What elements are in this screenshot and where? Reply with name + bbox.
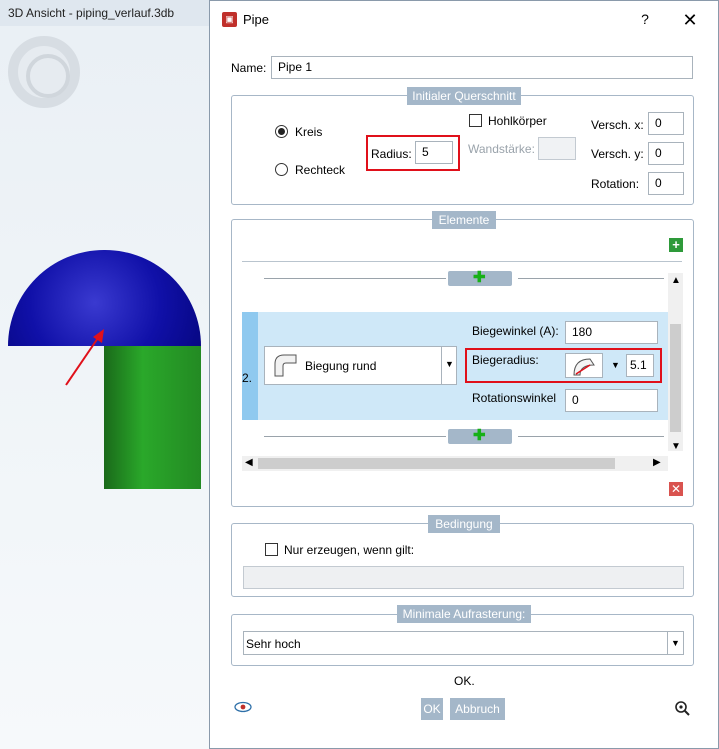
scroll-left-icon[interactable]: ◀ xyxy=(245,457,253,468)
wall-thickness-input xyxy=(538,137,576,160)
separator-line xyxy=(518,278,664,279)
initial-cross-section-title: Initialer Querschnitt xyxy=(407,87,521,105)
vertical-scroll-thumb[interactable] xyxy=(670,324,681,432)
bend-radius-icon xyxy=(573,358,595,376)
status-text: OK. xyxy=(454,674,475,688)
pipe-app-icon: ▣ xyxy=(222,12,237,27)
pipe-dialog: ▣ Pipe ? ✕ Name: Pipe 1 Initialer Quersc… xyxy=(209,0,719,749)
rotation-label: Rotation: xyxy=(591,177,640,191)
list-top-separator xyxy=(242,261,682,262)
rotation-angle-input[interactable]: 0 xyxy=(565,389,658,412)
bend-round-icon xyxy=(274,354,297,377)
3d-view-title: 3D Ansicht - piping_verlauf.3db xyxy=(0,0,209,26)
plus-icon: ✚ xyxy=(473,269,486,286)
scroll-up-icon[interactable]: ▲ xyxy=(671,275,681,286)
rotation-input[interactable]: 0 xyxy=(648,172,684,195)
eye-icon[interactable] xyxy=(234,701,252,713)
offset-y-label: Versch. y: xyxy=(591,147,644,161)
navigation-ring-icon[interactable] xyxy=(8,36,80,108)
condition-checkbox[interactable] xyxy=(265,543,278,556)
offset-x-input[interactable]: 0 xyxy=(648,112,684,135)
red-arrow-annotation xyxy=(65,329,104,386)
rasterization-value: Sehr hoch xyxy=(246,637,301,651)
element-type-select[interactable]: Biegung rund ▼ xyxy=(264,346,457,385)
offset-y-input[interactable]: 0 xyxy=(648,142,684,165)
dropdown-arrow-icon[interactable]: ▼ xyxy=(445,359,454,369)
separator-line xyxy=(264,278,446,279)
bend-angle-label: Biegewinkel (A): xyxy=(472,324,559,338)
dialog-titlebar[interactable]: ▣ Pipe ? ✕ xyxy=(210,1,718,37)
bend-radius-picker[interactable] xyxy=(565,353,603,378)
scroll-down-icon[interactable]: ▼ xyxy=(671,441,681,452)
condition-input xyxy=(243,566,684,589)
radius-label: Radius: xyxy=(371,147,412,161)
help-button[interactable]: ? xyxy=(635,9,655,29)
insert-element-button[interactable]: ✚ xyxy=(448,427,512,444)
cancel-button[interactable]: Abbruch xyxy=(450,698,505,720)
dialog-title: Pipe xyxy=(243,12,270,27)
separator-line xyxy=(264,436,446,437)
separator-line xyxy=(518,436,664,437)
rectangle-label: Rechteck xyxy=(295,163,346,177)
wall-thickness-label: Wandstärke: xyxy=(468,142,535,156)
dropdown-arrow-icon[interactable]: ▼ xyxy=(611,360,620,370)
offset-x-label: Versch. x: xyxy=(591,118,644,132)
radius-input[interactable]: 5 xyxy=(415,141,453,164)
rotation-angle-label: Rotationswinkel xyxy=(472,391,557,405)
condition-title: Bedingung xyxy=(428,515,500,533)
row-selection-marker xyxy=(242,312,258,420)
row-index: 2. xyxy=(242,371,253,385)
elements-title: Elemente xyxy=(432,211,496,229)
horizontal-scroll-thumb[interactable] xyxy=(258,458,615,469)
radio-circle[interactable] xyxy=(275,125,288,138)
rasterization-select[interactable]: Sehr hoch ▼ xyxy=(243,631,684,655)
delete-element-icon[interactable]: ✕ xyxy=(669,482,683,496)
condition-label: Nur erzeugen, wenn gilt: xyxy=(284,543,415,557)
hollow-label: Hohlkörper xyxy=(488,114,547,128)
element-type-value: Biegung rund xyxy=(305,359,377,373)
dropdown-arrow-icon[interactable]: ▼ xyxy=(671,638,680,648)
select-divider xyxy=(667,632,668,654)
close-icon[interactable]: ✕ xyxy=(678,9,702,31)
circle-label: Kreis xyxy=(295,125,323,139)
zoom-icon[interactable] xyxy=(674,700,692,718)
bend-radius-label: Biegeradius: xyxy=(472,353,539,367)
radio-rectangle[interactable] xyxy=(275,163,288,176)
rasterization-title: Minimale Aufrasterung: xyxy=(397,605,531,623)
bend-angle-input[interactable]: 180 xyxy=(565,321,658,344)
select-divider xyxy=(441,347,442,384)
bend-radius-input[interactable]: 5.1 xyxy=(626,354,654,377)
scroll-right-icon[interactable]: ▶ xyxy=(653,457,661,468)
ok-button[interactable]: OK xyxy=(421,698,443,720)
name-label: Name: xyxy=(231,61,267,75)
pipe-straight-model xyxy=(104,346,201,489)
name-input[interactable]: Pipe 1 xyxy=(271,56,693,79)
insert-element-button[interactable]: ✚ xyxy=(448,269,512,286)
plus-icon: ✚ xyxy=(473,427,486,444)
add-element-icon[interactable]: + xyxy=(669,238,683,252)
hollow-checkbox[interactable] xyxy=(469,114,482,127)
